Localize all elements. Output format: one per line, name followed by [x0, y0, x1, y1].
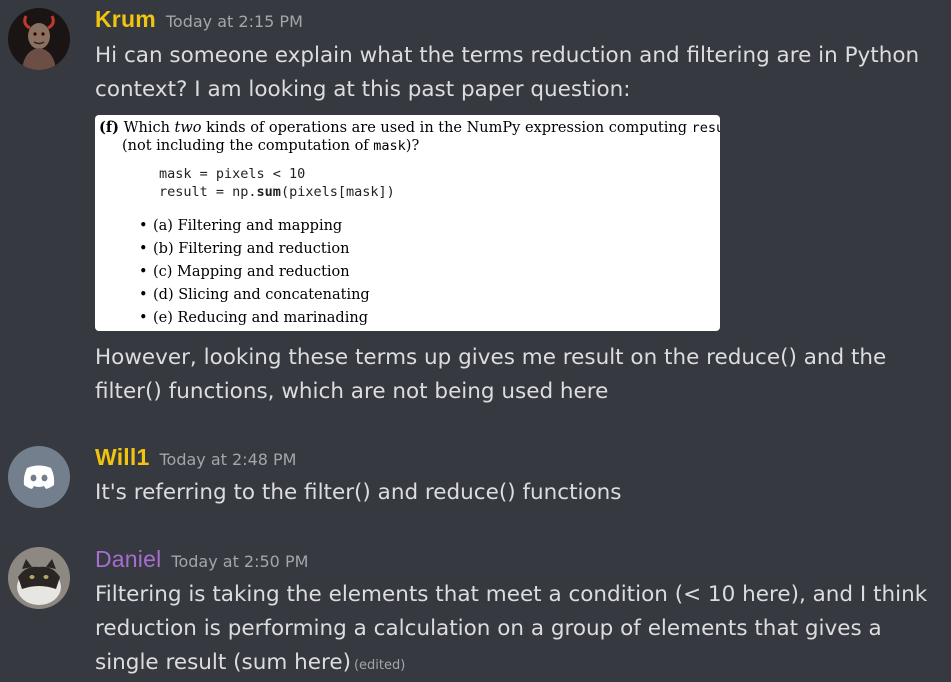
question-code-result: result: [691, 120, 720, 136]
edited-label: (edited): [353, 658, 406, 673]
message-header: Krum Today at 2:15 PM: [95, 6, 303, 33]
author-name[interactable]: Will1: [95, 444, 149, 470]
avatar-krum[interactable]: [8, 8, 70, 70]
code-result-prefix: result = np.: [159, 184, 257, 200]
option-d: • (d) Slicing and concatenating: [139, 287, 370, 303]
option-c: • (c) Mapping and reduction: [139, 264, 350, 280]
discord-logo-icon: [23, 465, 55, 489]
timestamp[interactable]: Today at 2:15 PM: [166, 12, 303, 31]
question-text-e: )?: [405, 138, 420, 154]
code-result-suffix: (pixels[mask]): [280, 184, 395, 200]
question-code-mask: mask: [373, 138, 406, 154]
question-text-a: Which: [123, 120, 170, 136]
message-text: It's referring to the filter() and reduc…: [95, 480, 622, 505]
question-text-b: kinds of operations are used in the NumP…: [206, 120, 688, 136]
code-line-mask: mask = pixels < 10: [159, 166, 306, 182]
question-emphasis: two: [174, 120, 202, 136]
timestamp[interactable]: Today at 2:50 PM: [171, 552, 308, 571]
avatar-will1[interactable]: [8, 446, 70, 508]
option-e: • (e) Reducing and marinading: [139, 310, 368, 326]
question-label: (f): [99, 119, 119, 136]
demon-avatar-icon: [8, 8, 70, 70]
avatar-daniel[interactable]: [8, 547, 70, 609]
message-text-continued: However, looking these terms up gives me…: [95, 345, 887, 404]
option-b: • (b) Filtering and reduction: [139, 241, 350, 257]
code-line-result: result = np.sum(pixels[mask]): [159, 184, 395, 200]
image-attachment[interactable]: (f) Which two kinds of operations are us…: [95, 115, 720, 331]
message-text: Hi can someone explain what the terms re…: [95, 43, 920, 102]
question-text-d: (not including the computation of: [122, 138, 369, 154]
author-name[interactable]: Krum: [95, 6, 156, 32]
author-name[interactable]: Daniel: [95, 546, 161, 572]
option-a: • (a) Filtering and mapping: [139, 218, 343, 234]
question-line-2: (not including the computation of mask)?: [122, 138, 419, 154]
message-body: Filtering is taking the elements that me…: [95, 582, 928, 675]
question-line-1: (f) Which two kinds of operations are us…: [99, 119, 720, 136]
code-sum-keyword: sum: [256, 184, 281, 200]
cat-photo-avatar-icon: [8, 547, 70, 609]
message-text: Filtering is taking the elements that me…: [95, 578, 940, 682]
message-header: Daniel Today at 2:50 PM: [95, 546, 308, 573]
timestamp[interactable]: Today at 2:48 PM: [159, 450, 296, 469]
message-header: Will1 Today at 2:48 PM: [95, 444, 296, 471]
